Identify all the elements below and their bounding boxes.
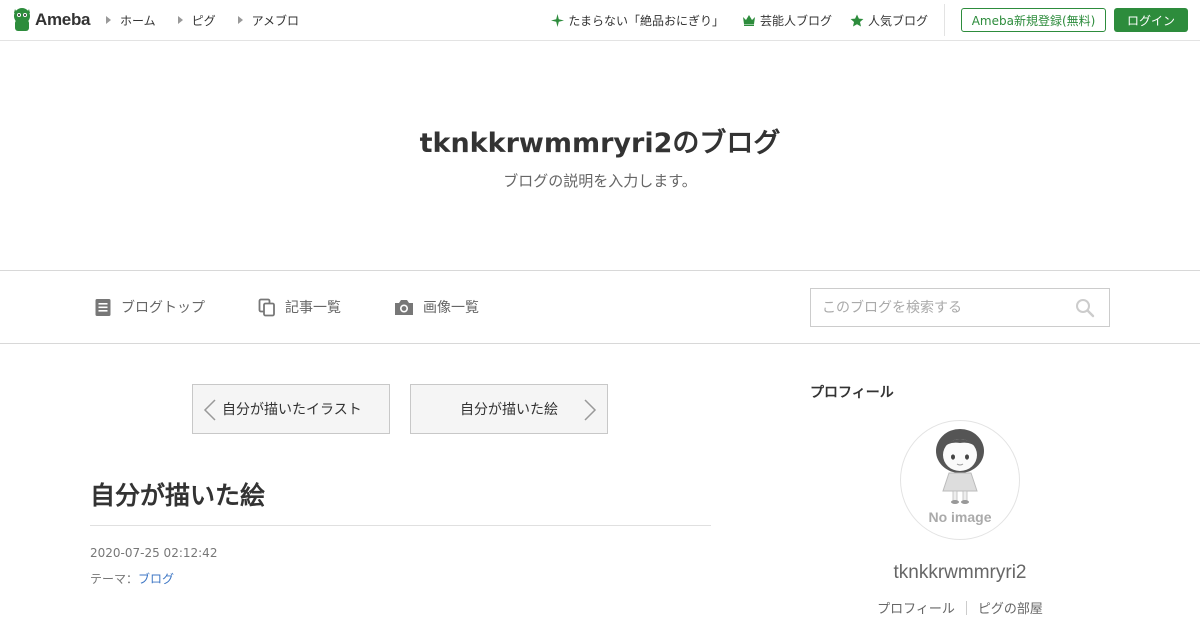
next-entry-label: 自分が描いた絵 [460,402,558,418]
sparkle-icon [551,13,565,27]
global-nav: ホーム ピグ アメブロ [106,0,321,40]
featured-link-onigiri-label: たまらない「絶品おにぎり」 [568,13,724,28]
chevron-left-icon [203,399,216,421]
blog-header: tknkkrwmmryri2のブログ ブログの説明を入力します。 [0,41,1200,270]
blog-nav-top-label: ブログトップ [121,300,205,316]
avatar[interactable]: No image [900,420,1020,540]
nav-ameblo[interactable]: アメブロ [237,12,300,29]
featured-link-onigiri[interactable]: たまらない「絶品おにぎり」 [551,12,724,29]
blog-nav-entries[interactable]: 記事一覧 [258,271,341,343]
triangle-right-icon [237,16,243,24]
blog-nav-entries-label: 記事一覧 [285,300,341,316]
featured-link-celebrity-label: 芸能人ブログ [759,13,832,28]
ameba-mascot-icon [14,8,30,31]
article-theme: テーマ：ブログ [90,570,174,587]
header-divider [944,4,945,36]
no-image-girl-icon [936,429,984,504]
article-date: 2020-07-25 02:12:42 [90,546,218,560]
featured-link-celebrity-blogs[interactable]: 芸能人ブログ [742,12,832,29]
chevron-right-icon [584,399,597,421]
profile-link[interactable]: プロフィール [877,598,955,617]
article-theme-label: テーマ： [90,572,139,586]
crown-icon [742,15,755,26]
avatar-placeholder-text: No image [928,509,992,525]
pigg-room-link[interactable]: ピグの部屋 [978,598,1043,617]
nav-pigg-label: ピグ [191,13,216,28]
triangle-right-icon [177,16,183,24]
nav-ameblo-label: アメブロ [251,13,300,28]
profile-links: プロフィール ピグの部屋 [810,598,1110,617]
nav-home[interactable]: ホーム [106,12,156,29]
blog-title[interactable]: tknkkrwmmryri2のブログ [0,121,1200,160]
article-title[interactable]: 自分が描いた絵 [90,476,265,512]
blog-nav-top[interactable]: ブログトップ [94,271,205,343]
search-icon[interactable] [1075,298,1095,318]
blog-search-input[interactable] [811,289,1071,326]
login-button[interactable]: ログイン [1114,8,1188,32]
prev-entry-label: 自分が描いたイラスト [222,402,362,418]
prev-entry-button[interactable]: 自分が描いたイラスト [192,384,390,434]
nav-pigg[interactable]: ピグ [177,12,216,29]
copy-icon [258,298,275,316]
ameba-logo[interactable]: Ameba [12,7,90,33]
blog-nav-images[interactable]: 画像一覧 [394,271,479,343]
featured-link-popular-blogs[interactable]: 人気ブログ [850,12,928,29]
register-button[interactable]: Ameba新規登録(無料) [961,8,1106,32]
triangle-right-icon [106,16,111,24]
document-icon [95,298,111,316]
featured-links: たまらない「絶品おにぎり」 芸能人ブログ 人気ブログ [533,0,928,40]
profile-name[interactable]: tknkkrwmmryri2 [810,562,1110,584]
blog-nav-images-label: 画像一覧 [423,300,479,316]
star-icon [850,14,864,26]
global-header: Ameba ホーム ピグ アメブロ たまらない「絶品おにぎり」 芸能人ブログ 人… [0,0,1200,41]
blog-nav: ブログトップ 記事一覧 画像一覧 [0,270,1200,344]
article-title-divider [90,525,711,526]
article-theme-link[interactable]: ブログ [138,572,174,586]
sidebar-profile-heading: プロフィール [810,385,894,401]
blog-search [810,288,1110,327]
camera-icon [395,299,413,315]
nav-home-label: ホーム [120,13,156,28]
link-divider [965,600,967,615]
blog-description: ブログの説明を入力します。 [503,172,697,190]
next-entry-button[interactable]: 自分が描いた絵 [410,384,608,434]
featured-link-popular-label: 人気ブログ [867,13,928,28]
logo-text: Ameba [35,10,91,29]
